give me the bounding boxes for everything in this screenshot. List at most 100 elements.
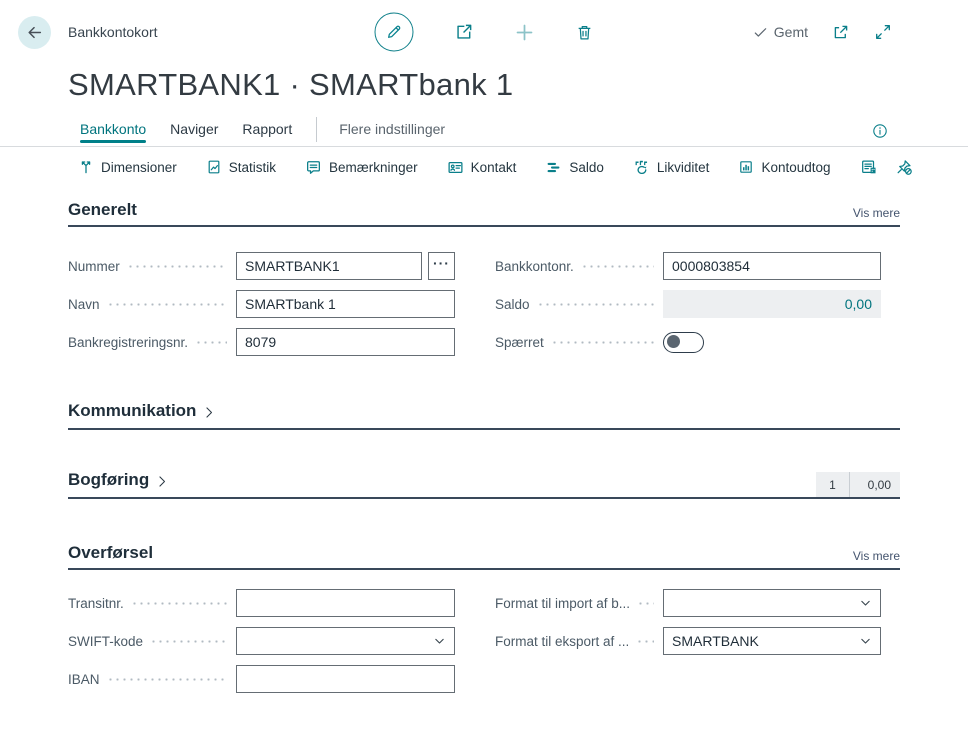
action-kontakt[interactable]: Kontakt [447, 159, 517, 176]
dotted-leader [150, 640, 227, 643]
iban-input[interactable] [236, 665, 455, 693]
nummer-label: Nummer [68, 259, 120, 274]
unpin-icon [895, 158, 913, 176]
topbar-right-actions: Gemt [753, 23, 892, 41]
nummer-assist-edit-button[interactable]: ··· [428, 252, 455, 280]
related-list-icon [860, 158, 878, 176]
summary-count-badge: 1 [816, 472, 849, 497]
share-icon [455, 23, 474, 42]
overfoersel-right-column: Format til import af b... [495, 584, 881, 698]
info-button[interactable] [872, 123, 888, 139]
bankkontonr-label: Bankkontonr. [495, 259, 574, 274]
summary-amount-badge: 0,00 [849, 472, 900, 497]
action-dimensioner[interactable]: Dimensioner [78, 159, 177, 175]
save-status: Gemt [753, 24, 808, 40]
field-row-nummer: Nummer ··· [68, 247, 455, 285]
info-icon [872, 123, 888, 139]
nummer-input[interactable] [236, 252, 422, 280]
new-button[interactable] [515, 22, 535, 42]
action-label: Bemærkninger [329, 160, 418, 175]
generelt-left-column: Nummer ··· Navn Bankregist [68, 247, 455, 361]
spaerret-toggle[interactable] [663, 332, 704, 353]
action-statistik[interactable]: Statistik [206, 159, 276, 175]
pencil-icon [386, 24, 403, 41]
section-title: Bogføring [68, 470, 149, 490]
topbar-center-actions [375, 13, 594, 52]
section-overfoersel-header: Overførsel Vis mere [68, 543, 900, 570]
action-likviditet[interactable]: Likviditet [633, 159, 710, 176]
field-row-swift: SWIFT-kode [68, 622, 455, 660]
field-row-saldo: Saldo 0,00 [495, 285, 881, 323]
field-row-bankregistreringsnr: Bankregistreringsnr. [68, 323, 455, 361]
edit-button[interactable] [375, 13, 414, 52]
related-entries-button[interactable] [860, 158, 878, 176]
liquidity-icon [633, 159, 650, 176]
dotted-leader [581, 265, 654, 268]
bankkontonr-input[interactable] [663, 252, 881, 280]
dotted-leader [107, 303, 227, 306]
delete-button[interactable] [576, 23, 594, 41]
overfoersel-left-column: Transitnr. SWIFT-kode [68, 584, 455, 698]
show-more-generelt[interactable]: Vis mere [853, 206, 900, 220]
show-more-overfoersel[interactable]: Vis mere [853, 549, 900, 563]
comments-icon [305, 159, 322, 176]
section-title: Generelt [68, 200, 137, 220]
transitnr-input[interactable] [236, 589, 455, 617]
open-in-new-window-button[interactable] [832, 23, 850, 41]
bankregistreringsnr-label: Bankregistreringsnr. [68, 335, 188, 350]
record-title: SMARTBANK1 · SMARTbank 1 [68, 67, 968, 103]
menu-tabs: Bankkonto Naviger Rapport Flere indstill… [0, 117, 968, 146]
dotted-leader [195, 341, 227, 344]
action-label: Kontakt [471, 160, 517, 175]
popout-icon [832, 23, 850, 41]
import-format-label: Format til import af b... [495, 596, 630, 611]
unpin-button[interactable] [895, 158, 913, 176]
dotted-leader [131, 602, 227, 605]
action-saldo[interactable]: Saldo [545, 159, 604, 176]
field-row-import-format: Format til import af b... [495, 584, 881, 622]
section-bogfoering-header[interactable]: Bogføring 1 0,00 [68, 470, 900, 499]
action-kontoudtog[interactable]: Kontoudtog [738, 159, 830, 175]
section-kommunikation-header[interactable]: Kommunikation [68, 401, 900, 430]
import-format-input[interactable] [663, 589, 881, 617]
dotted-leader [537, 303, 654, 306]
saldo-label: Saldo [495, 297, 530, 312]
action-label: Kontoudtog [761, 160, 830, 175]
swift-input[interactable] [236, 627, 455, 655]
tab-more-options[interactable]: Flere indstillinger [339, 121, 445, 146]
tab-rapport[interactable]: Rapport [242, 121, 292, 146]
dotted-leader [636, 640, 654, 643]
tab-naviger[interactable]: Naviger [170, 121, 218, 146]
action-label: Dimensioner [101, 160, 177, 175]
tabs-bottom-divider [0, 146, 968, 147]
dotted-leader [107, 678, 227, 681]
dimensions-icon [78, 159, 94, 175]
tabs-divider [316, 117, 317, 142]
action-bemaerkninger[interactable]: Bemærkninger [305, 159, 418, 176]
share-button[interactable] [455, 23, 474, 42]
action-label: Statistik [229, 160, 276, 175]
navn-input[interactable] [236, 290, 455, 318]
eksport-format-input[interactable] [663, 627, 881, 655]
generelt-right-column: Bankkontonr. Saldo 0,00 Spærret [495, 247, 881, 361]
save-status-label: Gemt [774, 24, 808, 40]
field-row-iban: IBAN [68, 660, 455, 698]
page-caption: Bankkontokort [68, 24, 158, 40]
saldo-value-link[interactable]: 0,00 [663, 290, 881, 318]
action-bar-right [860, 158, 913, 176]
back-button[interactable] [18, 16, 51, 49]
expand-button[interactable] [874, 23, 892, 41]
section-title: Overførsel [68, 543, 153, 563]
back-arrow-icon [26, 24, 43, 41]
top-bar: Bankkontokort [0, 0, 968, 64]
generelt-fields: Nummer ··· Navn Bankregist [68, 247, 900, 361]
trash-icon [576, 23, 594, 41]
bogfoering-summary: 1 0,00 [816, 472, 900, 497]
eksport-format-label: Format til eksport af ... [495, 634, 629, 649]
navn-label: Navn [68, 297, 100, 312]
bankregistreringsnr-input[interactable] [236, 328, 455, 356]
expand-icon [874, 23, 892, 41]
transitnr-label: Transitnr. [68, 596, 124, 611]
dotted-leader [127, 265, 227, 268]
tab-bankkonto[interactable]: Bankkonto [80, 121, 146, 146]
